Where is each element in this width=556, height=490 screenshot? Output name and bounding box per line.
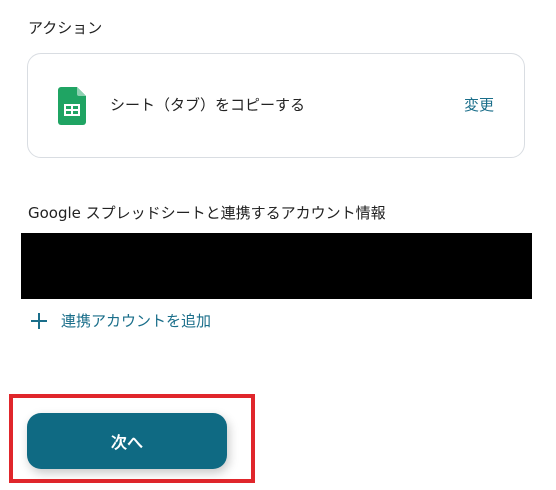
account-section-title: Google スプレッドシートと連携するアカウント情報: [28, 204, 386, 222]
plus-icon: [31, 313, 47, 329]
add-account-label: 連携アカウントを追加: [61, 312, 212, 330]
add-account-link[interactable]: 連携アカウントを追加: [31, 309, 211, 333]
google-sheets-icon: [58, 87, 86, 125]
change-action-link[interactable]: 変更: [464, 95, 494, 115]
action-name: シート（タブ）をコピーする: [110, 96, 306, 114]
redacted-account-field: [21, 233, 532, 299]
next-button[interactable]: 次へ: [27, 413, 227, 469]
action-section-title: アクション: [28, 19, 103, 37]
action-card: シート（タブ）をコピーする 変更: [27, 53, 525, 158]
